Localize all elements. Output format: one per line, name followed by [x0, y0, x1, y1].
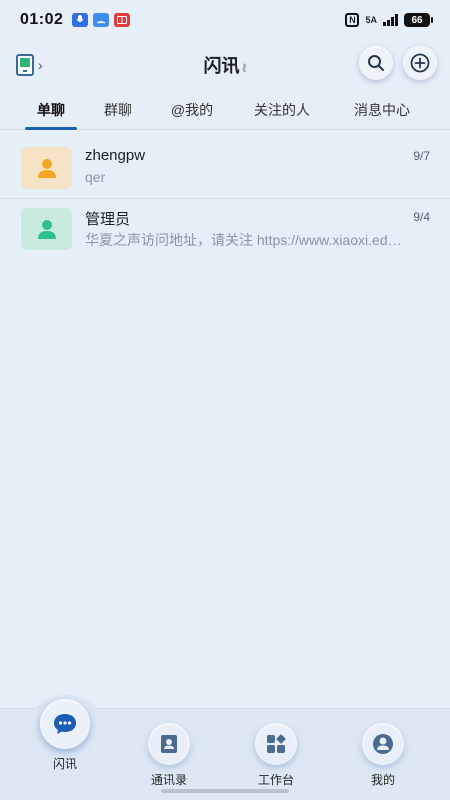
network-type: 5A — [365, 14, 377, 25]
tab-following[interactable]: 关注的人 — [246, 92, 318, 128]
chat-list: zhengpw qer 9/7 管理员 华夏之声访问地址，请关注 https:/… — [0, 138, 450, 258]
chat-name: zhengpw — [85, 147, 146, 164]
nav-flash-message[interactable]: 闪讯 — [40, 699, 90, 772]
nfc-icon: N — [345, 13, 360, 27]
nav-label: 闪讯 — [52, 757, 77, 771]
nav-workbench[interactable]: 工作台 — [255, 723, 297, 788]
profile-icon — [362, 723, 404, 765]
hearing-icon: ℓ — [242, 61, 247, 75]
bottom-navigation: 闪讯 通讯录 工作台 我的 — [0, 695, 450, 800]
battery-icon: 66 — [404, 13, 433, 27]
plus-circle-icon — [410, 53, 430, 73]
chat-date: 9/7 — [413, 149, 430, 163]
signal-icon — [383, 14, 398, 26]
nav-contacts[interactable]: 通讯录 — [148, 723, 190, 788]
avatar — [21, 147, 72, 189]
person-icon — [37, 159, 56, 178]
app-header: › 闪讯 ℓ — [0, 40, 450, 88]
tab-single-chat[interactable]: 单聊 — [25, 92, 77, 130]
microphone-icon — [72, 13, 89, 27]
workbench-icon — [255, 723, 297, 765]
contacts-icon — [148, 723, 190, 765]
nav-label: 工作台 — [257, 773, 294, 787]
tab-mentions[interactable]: @我的 — [162, 92, 222, 128]
chat-row-admin[interactable]: 管理员 华夏之声访问地址，请关注 https://www.xiaoxi.edu.… — [0, 198, 450, 258]
avatar — [21, 208, 72, 250]
cast-icon — [93, 13, 110, 27]
status-indicators: N 5A 66 — [345, 13, 433, 27]
chat-bubble-icon — [40, 699, 90, 749]
page-title-text: 闪讯 — [203, 56, 240, 76]
nav-label: 通讯录 — [150, 773, 187, 787]
message-tabs: 单聊 群聊 @我的 关注的人 消息中心 — [0, 92, 450, 130]
nav-me[interactable]: 我的 — [362, 723, 404, 788]
chat-preview: 华夏之声访问地址，请关注 https://www.xiaoxi.edu.cn/v… — [85, 232, 405, 248]
status-time: 01:02 — [20, 11, 64, 28]
home-indicator[interactable] — [161, 789, 289, 793]
notification-icons — [72, 13, 131, 27]
chat-date: 9/4 — [413, 210, 430, 224]
nav-label: 我的 — [370, 773, 395, 787]
battery-level: 66 — [411, 14, 423, 26]
tab-message-center[interactable]: 消息中心 — [346, 92, 418, 128]
person-icon — [37, 220, 56, 239]
tab-group-chat[interactable]: 群聊 — [96, 92, 140, 128]
add-button[interactable] — [403, 46, 437, 80]
chat-name: 管理员 — [85, 211, 131, 228]
status-bar: 01:02 N 5A 66 — [0, 0, 450, 40]
chat-row-zhengpw[interactable]: zhengpw qer 9/7 — [0, 138, 450, 198]
book-icon — [114, 13, 131, 27]
search-icon — [368, 55, 384, 71]
search-button[interactable] — [359, 46, 393, 80]
chat-preview: qer — [85, 169, 106, 185]
